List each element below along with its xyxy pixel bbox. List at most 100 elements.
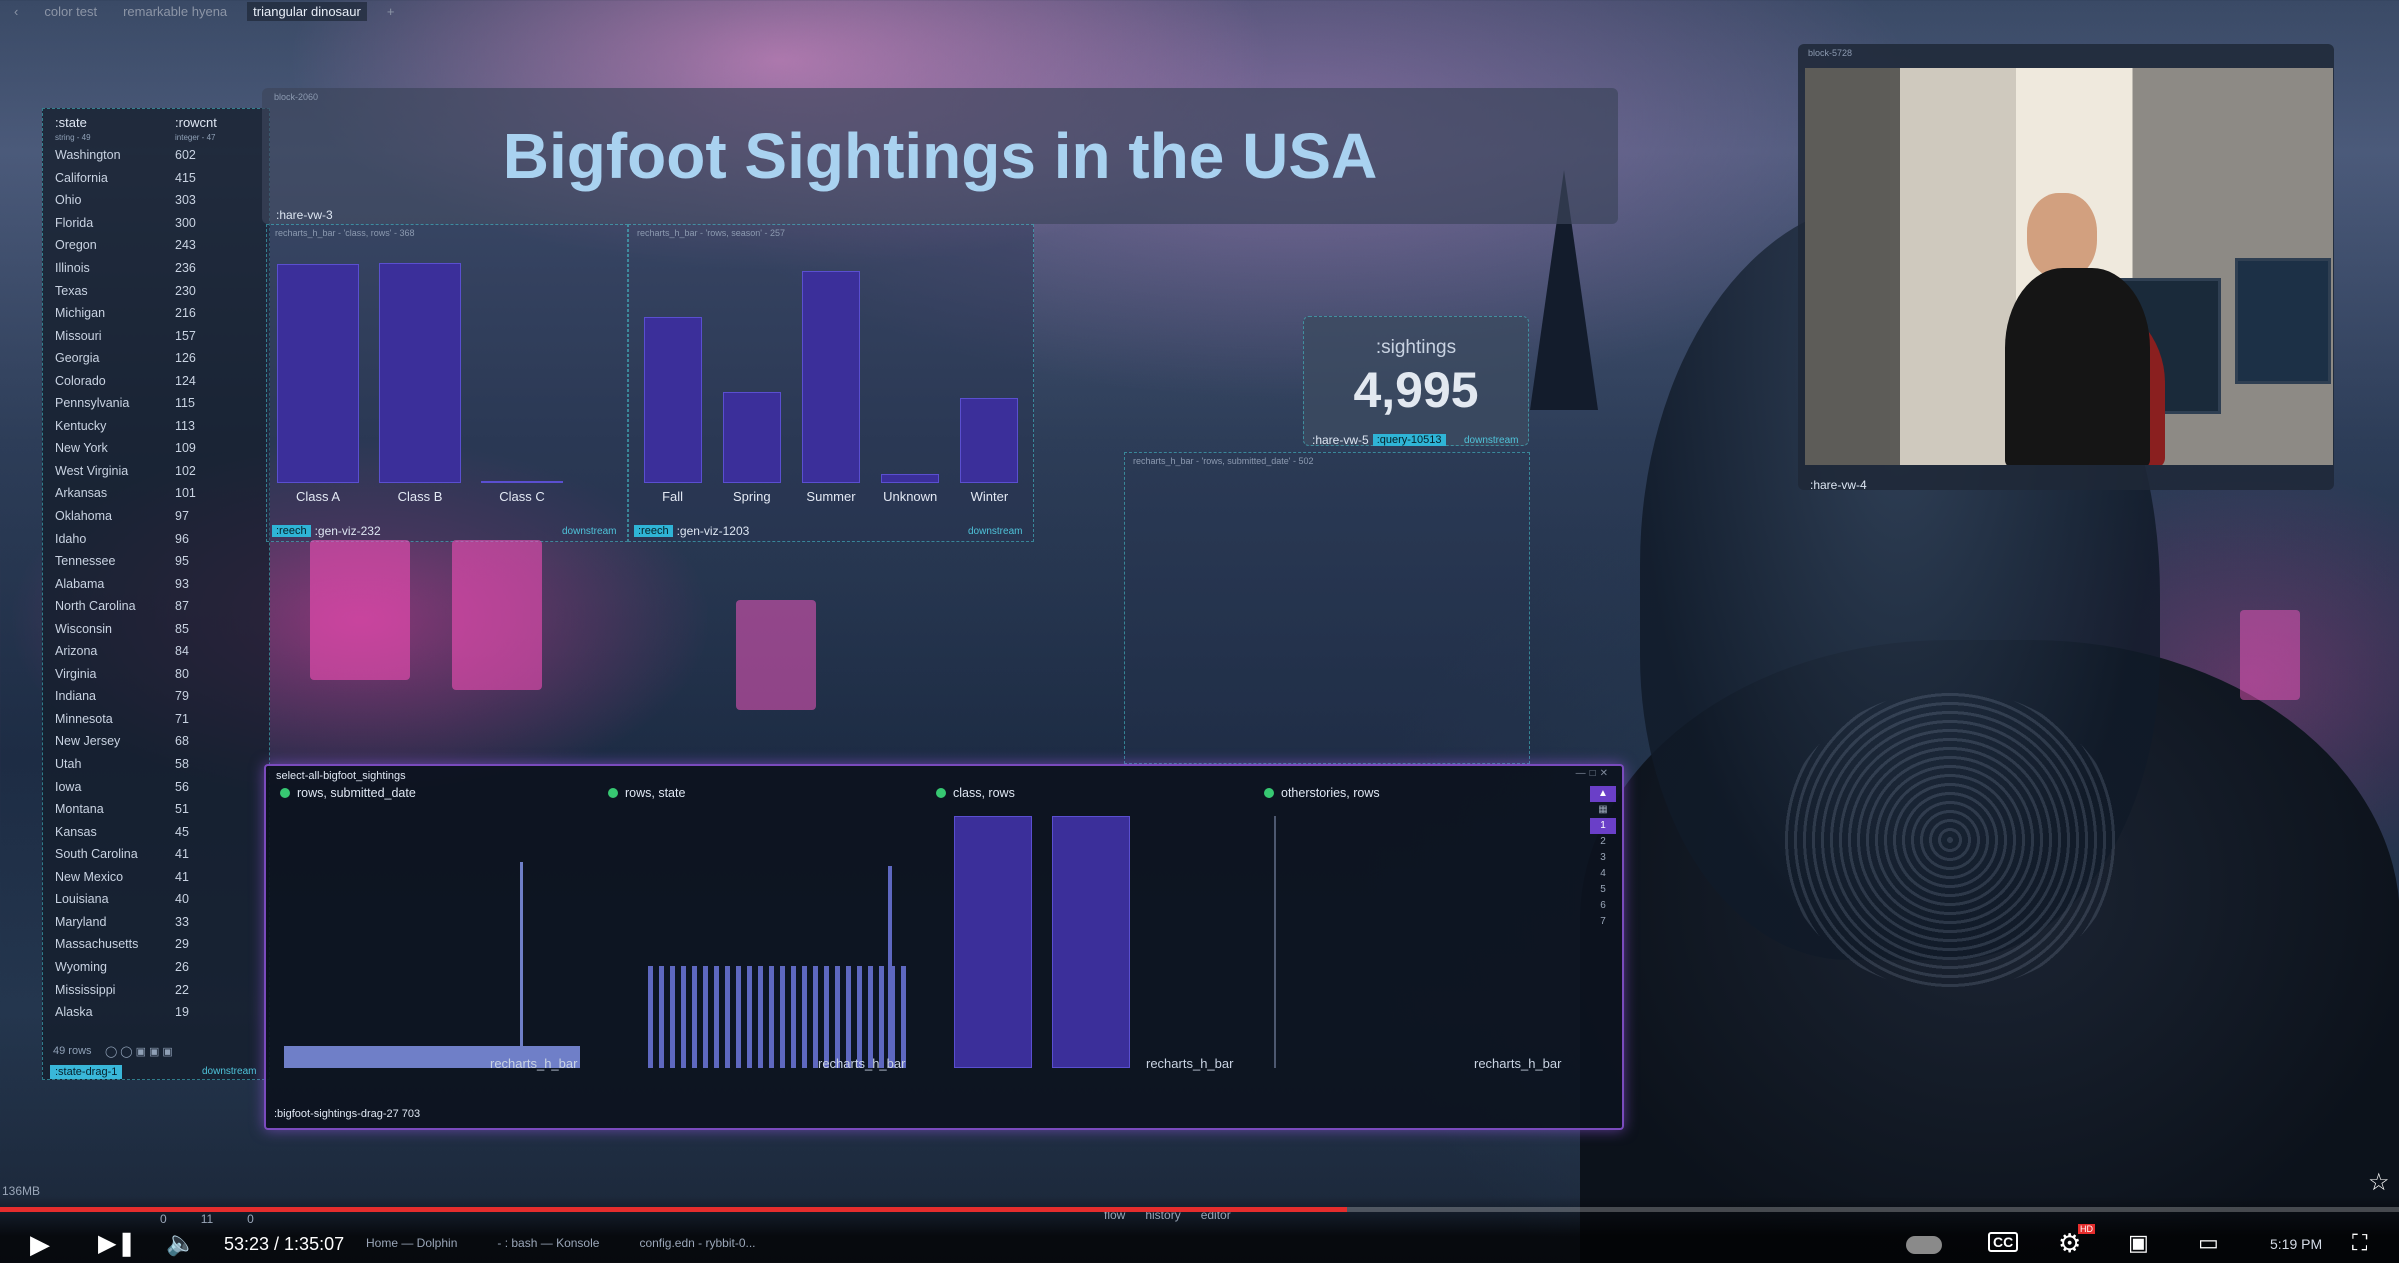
column-header-state[interactable]: :state <box>53 113 173 130</box>
chart-icon[interactable]: ▲ <box>1590 786 1616 802</box>
rowcnt-cell: 22 <box>175 982 189 997</box>
table-icon[interactable]: ▦ <box>1590 802 1616 818</box>
chart-bar[interactable] <box>960 398 1019 483</box>
row-number[interactable]: 4 <box>1590 866 1616 882</box>
chart-bar[interactable] <box>643 316 702 483</box>
table-tool-icons[interactable]: ◯◯▣▣▣ <box>105 1045 176 1058</box>
table-row[interactable]: Mississippi 22 <box>53 978 259 1001</box>
table-row[interactable]: Indiana 79 <box>53 685 259 708</box>
table-row[interactable]: Texas 230 <box>53 279 259 302</box>
table-row[interactable]: Alaska 19 <box>53 1001 259 1024</box>
table-row[interactable]: Louisiana 40 <box>53 888 259 911</box>
table-row[interactable]: Wisconsin 85 <box>53 617 259 640</box>
table-row[interactable]: Kansas 45 <box>53 820 259 843</box>
table-row[interactable]: Oregon 243 <box>53 234 259 257</box>
table-row[interactable]: Washington 602 <box>53 144 259 167</box>
table-row[interactable]: North Carolina 87 <box>53 595 259 618</box>
class-downstream-link[interactable]: downstream <box>562 526 616 537</box>
chart-category-label: Winter <box>970 489 1009 504</box>
rowcnt-cell: 126 <box>175 351 196 366</box>
add-tab-button[interactable]: + <box>381 2 401 21</box>
state-drag-chip[interactable]: :state-drag-1 <box>50 1065 123 1079</box>
table-row[interactable]: Kentucky 113 <box>53 415 259 438</box>
row-number[interactable]: 3 <box>1590 850 1616 866</box>
season-chart-chip[interactable]: :reech <box>634 525 673 537</box>
fullscreen-icon[interactable]: ⛶ <box>2352 1230 2367 1256</box>
table-row[interactable]: New York 109 <box>53 437 259 460</box>
row-number[interactable]: 6 <box>1590 898 1616 914</box>
rowcnt-cell: 300 <box>175 215 196 230</box>
table-row[interactable]: Ohio 303 <box>53 189 259 212</box>
table-row[interactable]: Arizona 84 <box>53 640 259 663</box>
table-row[interactable]: Missouri 157 <box>53 324 259 347</box>
chart-bar[interactable] <box>722 391 781 483</box>
row-number[interactable]: 7 <box>1590 914 1616 930</box>
table-row[interactable]: Virginia 80 <box>53 663 259 686</box>
taskbar: Home — Dolphin - : bash — Konsole config… <box>366 1236 756 1250</box>
table-row[interactable]: Utah 58 <box>53 753 259 776</box>
taskbar-config[interactable]: config.edn - rybbit-0... <box>639 1236 755 1250</box>
row-number[interactable]: 1 <box>1590 818 1616 834</box>
state-downstream-link[interactable]: downstream <box>202 1066 256 1077</box>
table-row[interactable]: Oklahoma 97 <box>53 505 259 528</box>
next-icon[interactable]: ▶❚ <box>98 1229 137 1258</box>
window-controls-icon[interactable]: —□✕ <box>1576 768 1612 779</box>
season-chart-footer: :reech :gen-viz-1203 <box>634 524 749 538</box>
table-row[interactable]: Tennessee 95 <box>53 550 259 573</box>
table-row[interactable]: Georgia 126 <box>53 347 259 370</box>
season-downstream-link[interactable]: downstream <box>968 526 1022 537</box>
star-icon[interactable]: ☆ <box>2368 1168 2390 1197</box>
state-name-cell: Virginia <box>55 666 97 681</box>
table-row[interactable]: Illinois 236 <box>53 257 259 280</box>
hare-vw-3-label: :hare-vw-3 <box>276 208 333 222</box>
class-chart-chip[interactable]: :reech <box>272 525 311 537</box>
table-row[interactable]: Maryland 33 <box>53 911 259 934</box>
rowcnt-cell: 93 <box>175 576 189 591</box>
table-row[interactable]: South Carolina 41 <box>53 843 259 866</box>
chart-bar[interactable] <box>881 474 940 483</box>
table-row[interactable]: Montana 51 <box>53 798 259 821</box>
column-header-rowcnt[interactable]: :rowcnt <box>173 113 259 130</box>
status-dot-icon <box>1264 788 1274 798</box>
tab-color-test[interactable]: color test <box>38 2 103 21</box>
table-row[interactable]: Colorado 124 <box>53 369 259 392</box>
class-chart-footer: :reech :gen-viz-232 <box>272 524 381 538</box>
row-count: 49 rows <box>53 1045 92 1057</box>
volume-icon[interactable]: 🔈 <box>166 1229 196 1258</box>
table-row[interactable]: Michigan 216 <box>53 302 259 325</box>
sightings-downstream-link[interactable]: downstream <box>1464 435 1518 446</box>
state-name-cell: Colorado <box>55 373 106 388</box>
table-row[interactable]: New Jersey 68 <box>53 730 259 753</box>
table-row[interactable]: Wyoming 26 <box>53 956 259 979</box>
table-row[interactable]: Minnesota 71 <box>53 708 259 731</box>
table-row[interactable]: Arkansas 101 <box>53 482 259 505</box>
monitor-screen <box>2235 258 2331 384</box>
theater-mode-icon[interactable]: ▭ <box>2198 1230 2219 1256</box>
table-row[interactable]: Florida 300 <box>53 212 259 235</box>
tab-triangular-dinosaur[interactable]: triangular dinosaur <box>247 1 367 21</box>
tab-remarkable-hyena[interactable]: remarkable hyena <box>117 2 233 21</box>
miniplayer-icon[interactable]: ▣ <box>2128 1230 2149 1256</box>
row-number[interactable]: 2 <box>1590 834 1616 850</box>
rowcnt-cell: 80 <box>175 666 189 681</box>
captions-icon[interactable]: CC <box>1988 1232 2019 1252</box>
table-row[interactable]: New Mexico 41 <box>53 866 259 889</box>
sightings-chip[interactable]: :query-10513 <box>1372 434 1446 446</box>
row-number[interactable]: 5 <box>1590 882 1616 898</box>
chart-bar[interactable] <box>277 264 359 483</box>
table-row[interactable]: Alabama 93 <box>53 572 259 595</box>
table-row[interactable]: Idaho 96 <box>53 527 259 550</box>
chart-bar[interactable] <box>802 271 860 483</box>
table-row[interactable]: California 415 <box>53 167 259 190</box>
chart-bar[interactable] <box>481 481 563 483</box>
autoplay-toggle[interactable] <box>1906 1236 1942 1254</box>
table-row[interactable]: West Virginia 102 <box>53 460 259 483</box>
table-row[interactable]: Iowa 56 <box>53 775 259 798</box>
table-row[interactable]: Massachusetts 29 <box>53 933 259 956</box>
play-icon[interactable]: ▶ <box>30 1229 50 1260</box>
table-row[interactable]: Pennsylvania 115 <box>53 392 259 415</box>
taskbar-konsole[interactable]: - : bash — Konsole <box>497 1236 599 1250</box>
back-arrow-icon[interactable]: ‹ <box>8 2 24 21</box>
taskbar-dolphin[interactable]: Home — Dolphin <box>366 1236 457 1250</box>
chart-bar[interactable] <box>379 263 461 483</box>
